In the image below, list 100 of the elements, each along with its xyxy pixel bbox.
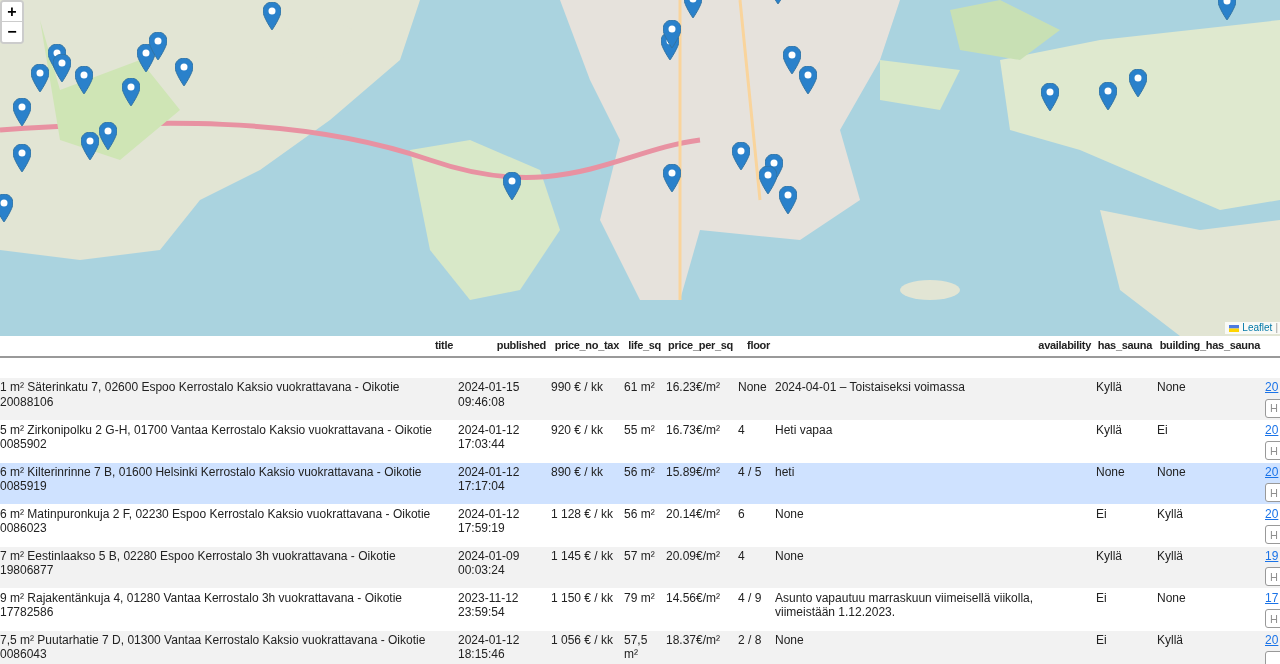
table-cell: Ei: [1096, 506, 1107, 521]
table-cell: None: [1157, 590, 1186, 605]
map-pin-icon[interactable]: [122, 78, 140, 106]
table-cell: 2024-04-01 – Toistaiseksi voimassa: [775, 380, 965, 394]
separator: |: [1275, 322, 1278, 334]
map-pin-icon[interactable]: [663, 20, 681, 48]
map-pin-icon[interactable]: [1041, 83, 1059, 111]
table-cell: 61 m²: [624, 380, 655, 394]
listing-link[interactable]: 19: [1265, 548, 1279, 563]
table-cell: 9 m² Rajakentänkuja 4, 01280 Vantaa Kerrostalo 3h vuokrattavana - Oikotie 17782586: [0, 590, 402, 619]
map-pin-icon[interactable]: [13, 98, 31, 126]
table-cell: 14.56€/m²: [666, 590, 721, 605]
table-cell: Kyllä: [1157, 632, 1183, 647]
table-cell: Kyllä: [1096, 422, 1122, 437]
table-cell: 890 € / kk: [551, 464, 604, 479]
table-cell: 7 m² Eestinlaakso 5 B, 02280 Espoo Kerrostalo 3h vuokrattavana - Oikotie 19806877: [0, 548, 396, 577]
listing-link[interactable]: 20: [1265, 380, 1279, 395]
table-cell: 2024-01-12 17:03:44: [458, 422, 520, 451]
map-pin-icon[interactable]: [81, 132, 99, 160]
map-pin-icon[interactable]: [799, 66, 817, 94]
map-pin-icon[interactable]: [1129, 69, 1147, 97]
input-field[interactable]: H: [1265, 398, 1280, 418]
map-pin-icon[interactable]: [175, 58, 193, 86]
table-cell: Ei: [1157, 422, 1168, 437]
table-cell: 15.89€/m²: [666, 464, 721, 479]
table-cell: 2023-11-12 23:59:54: [458, 590, 519, 619]
listing-link[interactable]: 20: [1265, 422, 1279, 437]
input-field[interactable]: H: [1265, 567, 1280, 586]
table-cell: 57,5 m²: [624, 632, 648, 661]
table-cell: None: [1096, 464, 1125, 479]
table-cell: 2024-01-12 17:59:19: [458, 506, 520, 535]
column-header: published: [496, 338, 546, 351]
column-header: floor: [747, 338, 770, 351]
table-row[interactable]: 7,5 m² Puutarhatie 7 D, 01300 Vantaa Kerrostalo Kaksio vuokrattavana - Oikotie 0086043 2024-01-12 18:15:46 1 056 € / kk 57,5 m² 18.37€/m² 2 / 8 None Ei Kyllä 20: [0, 630, 1280, 664]
table-cell: Ei: [1096, 632, 1107, 647]
column-header: price_per_sq: [668, 338, 733, 351]
table-cell: 4: [738, 422, 745, 437]
map-pin-icon[interactable]: [503, 172, 521, 200]
table-cell: 6 m² Kilterinrinne 7 B, 01600 Helsinki Kerrostalo Kaksio vuokrattavana - Oikotie 0085919: [0, 464, 422, 493]
map-pin-icon[interactable]: [53, 54, 71, 82]
table-row[interactable]: 5 m² Zirkonipolku 2 G-H, 01700 Vantaa Kerrostalo Kaksio vuokrattavana - Oikotie 0085902 2024-01-12 17:03:44 920 € / kk 55 m² 16.73€/m² 4 Heti vapaa Kyllä Ei 20 H: [0, 420, 1280, 462]
table-cell: None: [775, 548, 804, 563]
table-cell: 57 m²: [624, 548, 655, 563]
table-cell: None: [1157, 380, 1186, 394]
table-cell: Ei: [1096, 590, 1107, 605]
listing-link[interactable]: 17: [1265, 590, 1279, 605]
map-pin-icon[interactable]: [732, 142, 750, 170]
map-pin-icon[interactable]: [783, 46, 801, 74]
column-header: building_has_sauna: [1159, 338, 1260, 351]
map-pin-icon[interactable]: [1218, 0, 1236, 20]
map-pin-icon[interactable]: [779, 186, 797, 214]
table-cell: 1 145 € / kk: [551, 548, 614, 563]
map-pin-icon[interactable]: [263, 2, 281, 30]
column-header: life_sq: [628, 338, 661, 351]
input-field[interactable]: H: [1265, 483, 1280, 502]
table-cell: Kyllä: [1096, 380, 1122, 394]
table-cell: 4: [738, 548, 745, 563]
listing-link[interactable]: 20: [1265, 464, 1279, 479]
column-header: title: [434, 338, 453, 351]
map-pin-icon[interactable]: [759, 166, 777, 194]
map-pin-icon[interactable]: [663, 164, 681, 192]
table-cell: 2 / 8: [738, 632, 762, 647]
input-field[interactable]: H: [1265, 441, 1280, 460]
leaflet-link[interactable]: Leaflet: [1242, 322, 1273, 334]
table-cell: 2024-01-15 09:46:08: [458, 380, 520, 409]
map-pin-icon[interactable]: [99, 122, 117, 150]
table-cell: 5 m² Zirkonipolku 2 G-H, 01700 Vantaa Kerrostalo Kaksio vuokrattavana - Oikotie 0085902: [0, 422, 432, 451]
map-pin-icon[interactable]: [137, 44, 155, 72]
map-pin-icon[interactable]: [75, 66, 93, 94]
listing-link[interactable]: 20: [1265, 506, 1279, 521]
table-row[interactable]: 6 m² Matinpuronkuja 2 F, 02230 Espoo Kerrostalo Kaksio vuokrattavana - Oikotie 0086023 2024-01-12 17:59:19 1 128 € / kk 56 m² 20.14€/m² 6 None Ei Kyllä 20 H: [0, 504, 1280, 546]
map-pin-icon[interactable]: [149, 32, 167, 60]
table-cell: Kyllä: [1157, 506, 1183, 521]
table-row[interactable]: [0, 588, 1280, 630]
table-cell: 2024-01-12 17:17:04: [458, 464, 520, 493]
table-cell: 2024-01-09 00:03:24: [458, 548, 520, 577]
map-pin-icon[interactable]: [1099, 82, 1117, 110]
input-field[interactable]: H: [1265, 525, 1280, 544]
table-cell: heti: [775, 464, 795, 479]
table-cell: 7,5 m² Puutarhatie 7 D, 01300 Vantaa Kerrostalo Kaksio vuokrattavana - Oikotie 0086043: [0, 632, 426, 661]
table-cell: 20.14€/m²: [666, 506, 721, 521]
column-header: availability: [1038, 338, 1091, 351]
table-cell: Kyllä: [1096, 548, 1122, 563]
map-pin-icon[interactable]: [0, 194, 13, 222]
table-cell: 55 m²: [624, 422, 655, 437]
table-cell: 920 € / kk: [551, 422, 604, 437]
map-pin-icon[interactable]: [13, 144, 31, 172]
table-cell: Heti vapaa: [775, 422, 833, 437]
zoom-in-button[interactable]: +: [2, 2, 22, 22]
table-cell: 990 € / kk: [551, 380, 604, 394]
table-cell: 6 m² Matinpuronkuja 2 F, 02230 Espoo Kerrostalo Kaksio vuokrattavana - Oikotie 0086023: [0, 506, 431, 535]
table-cell: None: [1157, 464, 1186, 479]
table-cell: 1 056 € / kk: [551, 632, 614, 647]
table-cell: 1 128 € / kk: [551, 506, 614, 521]
table-cell: 20.09€/m²: [666, 548, 721, 563]
map-pin-icon[interactable]: [31, 64, 49, 92]
input-field[interactable]: H: [1265, 609, 1280, 628]
listing-link[interactable]: 20: [1265, 632, 1279, 647]
table-cell: 4 / 9: [738, 590, 762, 605]
table-cell: 79 m²: [624, 590, 655, 605]
